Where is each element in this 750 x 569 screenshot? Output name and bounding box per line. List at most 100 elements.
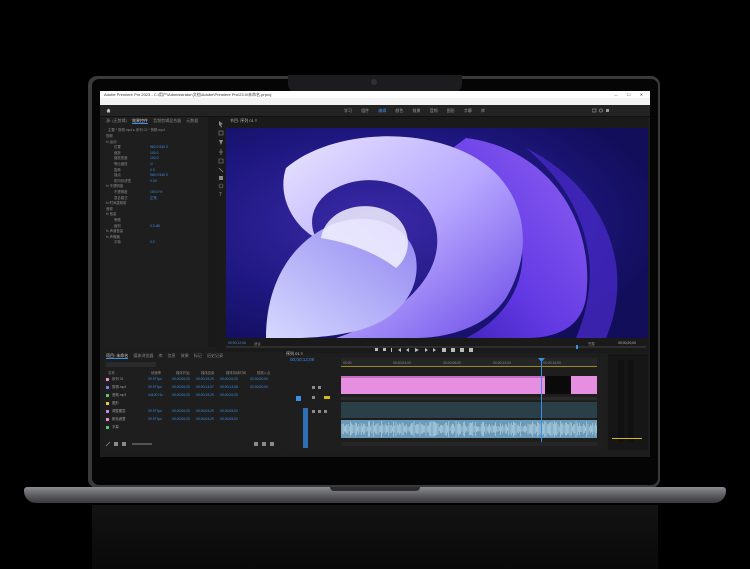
program-monitor-tab[interactable]: 节目: 序列 01 ≡ — [230, 118, 257, 124]
sync-lock-icon[interactable] — [318, 386, 321, 389]
workspace-tab[interactable]: 颜色 — [395, 108, 403, 113]
timeline-timecode[interactable]: 00;00;12;06 — [290, 357, 314, 362]
project-item-row[interactable]: 序列 01 29.97 fps 00;00;00;00 00;00;19;29 00;0… — [106, 376, 274, 382]
effect-property-value[interactable]: 100.0 — [150, 156, 159, 160]
label-color-swatch[interactable] — [106, 425, 109, 429]
razor-tool-icon[interactable] — [219, 149, 223, 155]
col-name[interactable]: 名称 — [108, 370, 150, 375]
workspace-tab[interactable]: 效果 — [413, 108, 421, 113]
workspace-tab-active[interactable]: 编辑 — [378, 108, 386, 113]
timeline-playhead[interactable] — [541, 358, 542, 444]
selection-tool-icon[interactable] — [219, 121, 223, 128]
workspace-tab[interactable]: 字幕 — [464, 108, 472, 113]
tab-media-browser[interactable]: 媒体浏览器 — [133, 353, 153, 358]
mute-icon[interactable] — [312, 410, 315, 413]
source-patch-v1[interactable] — [296, 396, 301, 401]
label-color-swatch[interactable] — [106, 417, 109, 421]
project-item-row[interactable]: 颜色遮罩 29.97 fps 00;00;00;00 00;00;04;29 00;00… — [106, 416, 274, 422]
tab-effects[interactable]: 效果 — [181, 353, 189, 358]
tab-history[interactable]: 历史记录 — [207, 353, 223, 358]
label-color-swatch[interactable] — [106, 385, 109, 389]
audio-patch[interactable] — [303, 408, 308, 448]
new-bin-icon[interactable] — [254, 442, 258, 446]
pen-tool-icon[interactable] — [218, 167, 224, 173]
window-controls[interactable]: — ☐ ✕ — [614, 91, 647, 98]
effect-property-row[interactable]: fx 音量 — [106, 211, 142, 216]
col-duration[interactable]: 媒体持续时间 — [226, 370, 256, 375]
tab-effect-controls[interactable]: 效果控件 — [132, 118, 149, 124]
timeline-scrollbar[interactable] — [341, 442, 597, 446]
effect-property-row[interactable]: 锚点 960.0 540.0 — [114, 172, 168, 177]
project-item-row[interactable]: 剪辑.mp4 29.97 fps 00;00;00;00 00;00;14;07 00;… — [106, 384, 274, 390]
effect-property-value[interactable]: 0.0 dB — [150, 224, 160, 228]
playhead-marker[interactable] — [576, 345, 578, 349]
project-item-row[interactable]: 音频.mp3 44100 Hz 00;00;00;00 00;00;19;29 00;0… — [106, 392, 274, 398]
tab-libraries[interactable]: 库 — [158, 353, 162, 358]
effect-property-value[interactable]: 正常 — [150, 196, 157, 200]
effect-property-row[interactable]: 缩放 100.0 — [114, 150, 159, 155]
share-and-search-icon[interactable] — [592, 108, 610, 113]
type-tool-icon[interactable]: T — [219, 192, 222, 198]
effect-property-value[interactable]: 100.0 — [150, 151, 159, 155]
col-video-in[interactable]: 视频入点 — [257, 370, 281, 375]
hand-tool-icon[interactable] — [218, 183, 224, 189]
effect-property-value[interactable]: 0.0 — [150, 240, 155, 244]
tab-info[interactable]: 信息 — [168, 353, 176, 358]
new-item-icon[interactable] — [262, 442, 266, 446]
trash-icon[interactable] — [270, 442, 274, 446]
effect-property-value[interactable]: 960.0 540.0 — [150, 173, 168, 177]
workspace-tab[interactable]: 音频 — [430, 108, 438, 113]
effect-property-row[interactable]: 旋转 0.0 — [114, 167, 155, 172]
effect-property-value[interactable]: 960.0 540.0 — [150, 145, 168, 149]
effect-property-row[interactable]: fx 不透明度 — [106, 183, 142, 188]
video-clip[interactable] — [341, 376, 545, 394]
effect-property-row[interactable]: 视频 — [106, 133, 142, 138]
effect-property-row[interactable]: 平衡 0.0 — [114, 239, 155, 244]
rectangle-tool-icon[interactable] — [219, 176, 223, 180]
project-search-input[interactable] — [106, 362, 156, 367]
tab-audio-mixer[interactable]: 音频剪辑混合器 — [153, 118, 181, 123]
track-select-icon[interactable] — [218, 130, 224, 136]
zoom-slider[interactable] — [132, 443, 152, 445]
pen-icon[interactable] — [105, 441, 111, 447]
workspace-tab[interactable]: 图形 — [447, 108, 455, 113]
col-start[interactable]: 媒体开始 — [176, 370, 200, 375]
tab-markers[interactable]: 标记 — [194, 353, 202, 358]
work-area-bar[interactable] — [341, 366, 597, 367]
list-view-icon[interactable] — [114, 442, 118, 446]
col-end[interactable]: 媒体结束 — [201, 370, 225, 375]
effect-property-row[interactable]: 缩放宽度 100.0 — [114, 155, 159, 160]
effect-property-row[interactable]: fx 时间重映射 — [106, 200, 142, 205]
workspace-tab[interactable]: 组件 — [361, 108, 369, 113]
icon-view-icon[interactable] — [122, 442, 126, 446]
workspace-tab[interactable]: 学习 — [344, 108, 352, 113]
ripple-edit-icon[interactable] — [219, 140, 223, 145]
effect-property-row[interactable]: 位置 960.0 540.0 — [114, 144, 168, 149]
effect-property-row[interactable]: fx 声像器 — [106, 234, 142, 239]
effect-property-value[interactable]: ☑ — [150, 162, 153, 166]
effect-property-value[interactable]: 100.0 % — [150, 190, 162, 194]
effect-property-value[interactable]: 0.0 — [150, 168, 155, 172]
effect-property-row[interactable]: 级别 0.0 dB — [114, 223, 160, 228]
effect-property-row[interactable]: fx 运动 — [106, 139, 142, 144]
home-icon[interactable] — [106, 108, 111, 113]
effect-property-value[interactable]: 0.00 — [150, 179, 157, 183]
label-color-swatch[interactable] — [106, 409, 109, 413]
label-color-swatch[interactable] — [106, 393, 109, 397]
effect-property-row[interactable]: 混合模式 正常 — [114, 195, 157, 200]
solo-icon[interactable] — [318, 410, 321, 413]
workspace-tab[interactable]: 库 — [481, 108, 485, 113]
effect-property-row[interactable]: 旁路 — [114, 217, 150, 222]
project-item-row[interactable]: 字幕 — [106, 424, 274, 430]
effect-property-row[interactable]: 等比缩放 ☑ — [114, 161, 153, 166]
tab-metadata[interactable]: 元数据 — [186, 118, 198, 123]
tab-source[interactable]: 源: (无剪辑) — [106, 118, 127, 123]
project-item-row[interactable]: 调整图层 29.97 fps 00;00;00;00 00;00;04;29 00;00… — [106, 408, 274, 414]
effect-property-row[interactable]: 防闪烁滤镜 0.00 — [114, 178, 157, 183]
video-clip-2[interactable] — [571, 376, 597, 394]
track-lock-icon[interactable] — [324, 396, 330, 399]
label-color-swatch[interactable] — [106, 377, 109, 381]
eye-icon[interactable] — [312, 396, 315, 399]
effect-property-row[interactable]: fx 声道音量 — [106, 228, 142, 233]
label-color-swatch[interactable] — [106, 401, 109, 405]
